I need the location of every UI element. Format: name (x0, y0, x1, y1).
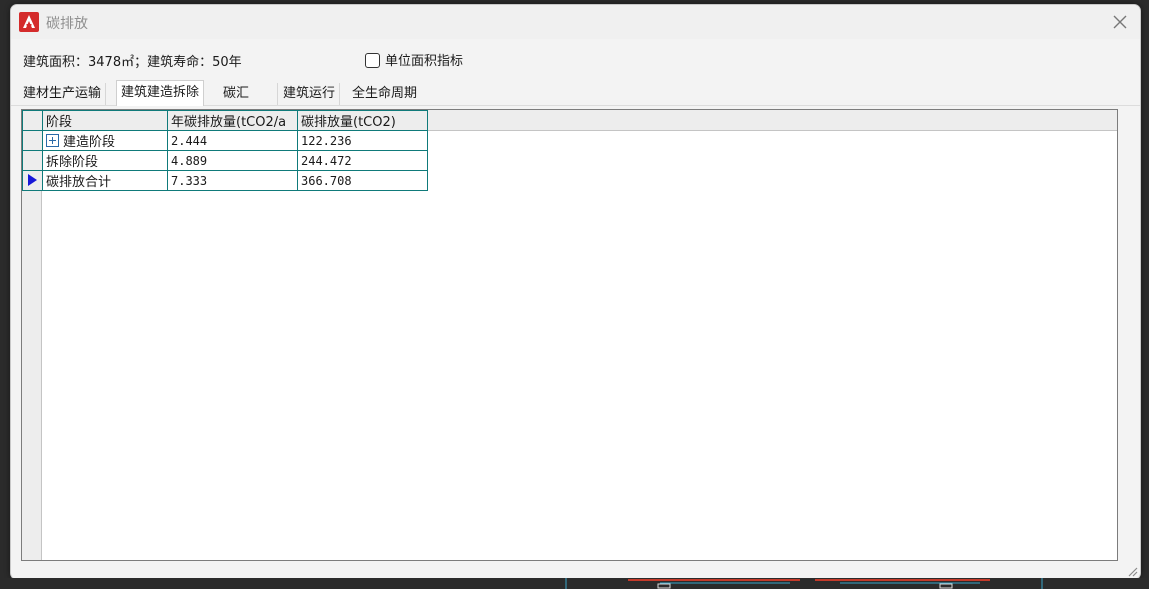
tab-building-operation[interactable]: 建筑运行 (279, 83, 341, 105)
emission-table: 阶段 年碳排放量(tCO2/a 碳排放量(tCO2) 建造阶段 2.444 12… (22, 110, 428, 191)
column-header-stage[interactable]: 阶段 (42, 110, 168, 131)
checkbox-label: 单位面积指标 (385, 54, 464, 69)
total-cell[interactable]: 122.236 (297, 130, 428, 151)
total-cell[interactable]: 244.472 (297, 150, 428, 171)
table-row[interactable]: 建造阶段 2.444 122.236 (22, 130, 428, 151)
checkbox-box[interactable] (365, 53, 380, 68)
row-header-cell[interactable] (22, 170, 43, 191)
info-row: 建筑面积：3478㎡；建筑寿命：50年 单位面积指标 (11, 41, 1140, 75)
emission-grid: 阶段 年碳排放量(tCO2/a 碳排放量(tCO2) 建造阶段 2.444 12… (21, 109, 1118, 561)
resize-grip-icon[interactable] (1126, 565, 1138, 577)
tab-construction-demolition[interactable]: 建筑建造拆除 (116, 80, 205, 106)
stage-cell[interactable]: 碳排放合计 (42, 170, 168, 191)
tab-material-production[interactable]: 建材生产运输 (19, 83, 107, 105)
row-pointer-icon (28, 174, 37, 186)
window-title: 碳排放 (46, 16, 88, 32)
table-row[interactable]: 碳排放合计 7.333 366.708 (22, 170, 428, 191)
table-header-row: 阶段 年碳排放量(tCO2/a 碳排放量(tCO2) (22, 110, 428, 131)
annual-cell[interactable]: 7.333 (167, 170, 298, 191)
row-header-cell[interactable] (22, 130, 43, 151)
annual-cell[interactable]: 4.889 (167, 150, 298, 171)
tab-strip: 建材生产运输 建筑建造拆除 碳汇 建筑运行 全生命周期 (11, 80, 1140, 106)
stage-cell[interactable]: 拆除阶段 (42, 150, 168, 171)
table-row[interactable]: 拆除阶段 4.889 244.472 (22, 150, 428, 171)
autocad-logo-icon (19, 12, 39, 32)
corner-cell[interactable] (22, 110, 43, 131)
title-bar[interactable]: 碳排放 (11, 5, 1140, 39)
tab-full-lifecycle[interactable]: 全生命周期 (348, 83, 421, 105)
close-icon[interactable] (1108, 10, 1132, 34)
row-header-cell[interactable] (22, 150, 43, 171)
expand-icon[interactable] (46, 134, 59, 147)
total-cell[interactable]: 366.708 (297, 170, 428, 191)
tab-carbon-sink[interactable]: 碳汇 (219, 83, 278, 105)
stage-label: 建造阶段 (63, 135, 116, 150)
annual-cell[interactable]: 2.444 (167, 130, 298, 151)
column-header-total[interactable]: 碳排放量(tCO2) (297, 110, 428, 131)
building-summary: 建筑面积：3478㎡；建筑寿命：50年 (23, 55, 242, 70)
carbon-emission-dialog: 碳排放 建筑面积：3478㎡；建筑寿命：50年 单位面积指标 建材生产运输 建筑… (10, 4, 1141, 580)
stage-cell[interactable]: 建造阶段 (42, 130, 168, 151)
unit-area-checkbox[interactable]: 单位面积指标 (365, 50, 463, 69)
column-header-annual[interactable]: 年碳排放量(tCO2/a (167, 110, 298, 131)
cad-drawing-fragment (565, 578, 1043, 589)
